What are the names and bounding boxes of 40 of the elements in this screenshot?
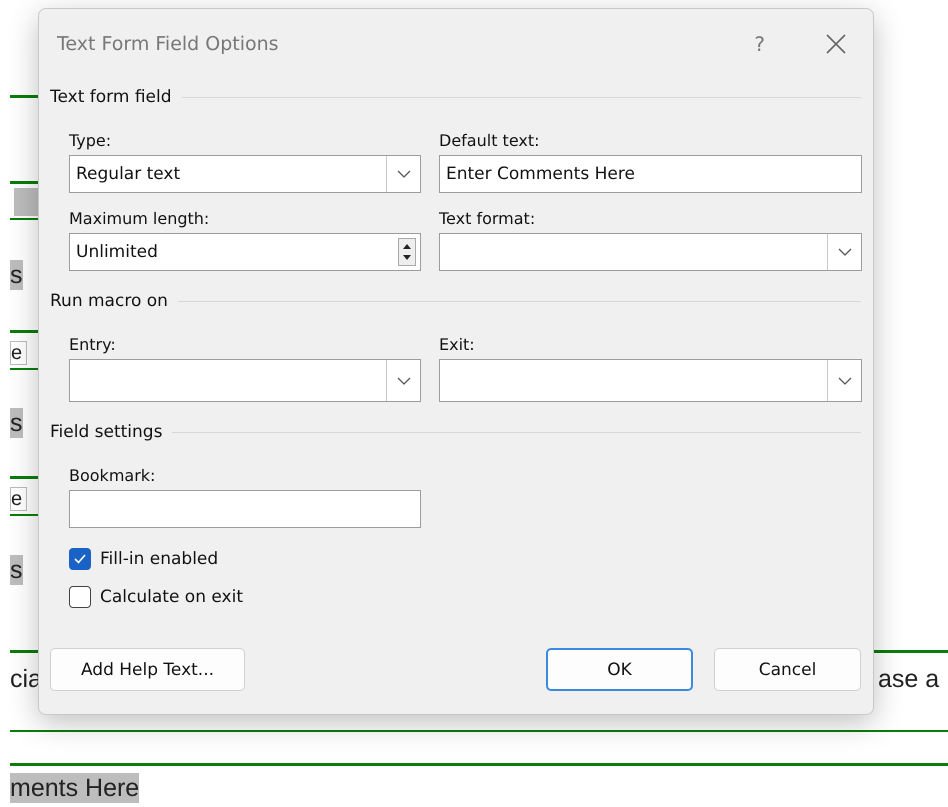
field-label: Type: <box>69 131 112 151</box>
document-text: e <box>10 341 28 365</box>
dialog-button[interactable]: OK <box>546 648 693 691</box>
window-title: Text Form Field Options <box>57 33 280 55</box>
text-format-dropdown[interactable] <box>439 233 862 271</box>
dialog-button[interactable]: Cancel <box>714 648 861 691</box>
document-text: s <box>10 408 22 438</box>
section-heading: Text form field <box>50 87 172 107</box>
type-dropdown[interactable]: Regular text <box>69 155 421 193</box>
exit-macro-dropdown[interactable] <box>439 359 862 402</box>
dialog-button[interactable]: Add Help Text... <box>50 648 245 691</box>
close-icon[interactable] <box>825 33 847 55</box>
field-label: Entry: <box>69 335 117 355</box>
section-heading: Run macro on <box>50 291 168 311</box>
spinner-arrows-icon <box>398 238 416 266</box>
document-text: e <box>10 487 28 511</box>
entry-macro-dropdown[interactable] <box>69 359 421 402</box>
checkbox-label: Calculate on exit <box>100 587 243 607</box>
document-text: ase a <box>878 664 940 694</box>
document-text: s <box>10 260 22 290</box>
field-label: Bookmark: <box>69 466 156 486</box>
field-label: Default text: <box>439 131 541 151</box>
default-text-field[interactable]: Enter Comments Here <box>439 155 862 193</box>
checkbox[interactable] <box>69 548 91 570</box>
section-heading: Field settings <box>50 422 162 442</box>
help-button[interactable]: ? <box>754 32 765 56</box>
field-label: Exit: <box>439 335 476 355</box>
chevron-down-icon <box>396 170 410 178</box>
checkmark-icon <box>73 553 87 565</box>
document-text: ments Here <box>10 773 140 803</box>
chevron-down-icon <box>838 248 852 256</box>
chevron-down-icon <box>396 376 410 384</box>
bookmark-field[interactable] <box>69 490 421 528</box>
checkbox-label: Fill-in enabled <box>100 549 218 569</box>
chevron-down-icon <box>838 376 852 384</box>
maximum-length-spinner[interactable]: Unlimited <box>69 233 421 271</box>
checkbox[interactable] <box>69 586 91 608</box>
document-text: s <box>10 555 22 585</box>
field-label: Maximum length: <box>69 209 210 229</box>
field-label: Text format: <box>439 209 536 229</box>
